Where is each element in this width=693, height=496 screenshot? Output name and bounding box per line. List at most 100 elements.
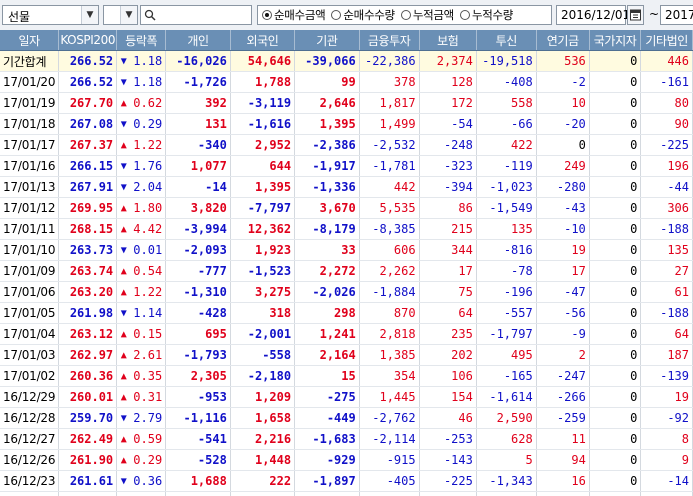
radio-cumulative-quantity[interactable]: 누적수량: [459, 7, 513, 23]
column-header-investment-trust[interactable]: 투신: [476, 30, 537, 51]
institution-cell: -1,897: [294, 470, 360, 492]
up-arrow-icon: ▲: [116, 386, 131, 408]
individual-cell: 2,305: [165, 365, 231, 387]
government-cell: 0: [589, 71, 642, 93]
table-row[interactable]: 17/01/19 267.70 ▲ 0.62 392 -3,119 2,646 1,817 17…: [0, 92, 693, 114]
foreigner-cell: -3,119: [230, 92, 296, 114]
search-icon[interactable]: [144, 9, 156, 21]
up-arrow-icon: ▲: [116, 260, 131, 282]
market-select[interactable]: 선물 ▼: [2, 5, 99, 25]
table-row[interactable]: 17/01/13 267.91 ▼ 2.04 -14 1,395 -1,336 442 -394…: [0, 176, 693, 198]
column-header-institution[interactable]: 기관: [294, 30, 360, 51]
table-row[interactable]: 17/01/02 260.36 ▲ 0.35 2,305 -2,180 15 354 106 -1…: [0, 365, 693, 387]
government-cell: 0: [589, 344, 642, 366]
government-cell: 0: [589, 113, 642, 135]
government-cell: 0: [589, 428, 642, 450]
table-row[interactable]: 16/12/22261.97▼0.13-1,5752,090-587-311-6…: [0, 491, 693, 496]
insurance-cell: 86: [419, 197, 477, 219]
table-row[interactable]: 17/01/20 266.52 ▼ 1.18 -1,726 1,788 99 378 128 -4…: [0, 71, 693, 93]
investment-trust-cell: -78: [476, 260, 537, 282]
column-header-government[interactable]: 국가지자: [589, 30, 642, 51]
kospi200-cell: 263.74: [58, 260, 118, 282]
secondary-select[interactable]: ▼: [103, 5, 138, 25]
foreigner-cell: -7,797: [230, 197, 296, 219]
government-cell: 0: [589, 365, 642, 387]
radio-net-buy-amount[interactable]: 순매수금액: [262, 7, 326, 23]
table-row[interactable]: 16/12/26 261.90 ▲ 0.29 -528 1,448 -929 -915 -143…: [0, 449, 693, 471]
radio-checked-icon[interactable]: [262, 10, 272, 20]
chevron-down-icon[interactable]: ▼: [120, 6, 137, 24]
table-row[interactable]: 16/12/28 259.70 ▼ 2.79 -1,116 1,658 -449 -2,762…: [0, 407, 693, 429]
table-row-total[interactable]: 기간합계 266.52 ▼ 1.18 -16,026 54,646 -39,066 -22,3…: [0, 50, 693, 72]
radio-unchecked-icon[interactable]: [331, 10, 342, 20]
table-row[interactable]: 17/01/06 263.20 ▲ 1.22 -1,310 3,275 -2,026 -1,8…: [0, 281, 693, 303]
table-row[interactable]: 17/01/17 267.37 ▲ 1.22 -340 2,952 -2,386 -2,532…: [0, 134, 693, 156]
table-row[interactable]: 16/12/29 260.01 ▲ 0.31 -953 1,209 -275 1,445 154…: [0, 386, 693, 408]
column-header-pension[interactable]: 연기금: [536, 30, 590, 51]
column-header-other-corp[interactable]: 기타법인: [640, 30, 693, 51]
change-cell: 1.18: [130, 50, 167, 72]
pension-cell: 19: [536, 239, 590, 261]
chevron-down-icon[interactable]: ▼: [81, 6, 98, 24]
financial-investment-cell: 870: [359, 302, 420, 324]
government-cell: 0: [589, 386, 642, 408]
individual-cell: -428: [165, 302, 231, 324]
table-row[interactable]: 16/12/27 262.49 ▲ 0.59 -541 2,216 -1,683 -2,114…: [0, 428, 693, 450]
calendar-button[interactable]: [627, 5, 644, 25]
investment-trust-cell: -557: [476, 302, 537, 324]
end-date-input[interactable]: 2017/: [660, 5, 693, 25]
value-type-radio-group: 순매수금액 순매수수량 누적금액 누적수량: [257, 5, 552, 25]
pension-cell: 17: [536, 260, 590, 282]
up-arrow-icon: ▲: [116, 134, 131, 156]
government-cell: 0: [589, 302, 642, 324]
up-arrow-icon: ▲: [116, 323, 131, 345]
financial-investment-cell: 378: [359, 71, 420, 93]
kospi200-cell: 262.49: [58, 428, 118, 450]
column-header-foreigner[interactable]: 외국인: [230, 30, 296, 51]
table-row[interactable]: 17/01/04 263.12 ▲ 0.15 695 -2,001 1,241 2,818 23…: [0, 323, 693, 345]
table-row[interactable]: 17/01/18 267.08 ▼ 0.29 131 -1,616 1,395 1,499 -5…: [0, 113, 693, 135]
column-header-individual[interactable]: 개인: [165, 30, 231, 51]
column-header-change[interactable]: 등락폭: [116, 30, 167, 51]
table-row[interactable]: 17/01/16 266.15 ▼ 1.76 1,077 644 -1,917 -1,781-…: [0, 155, 693, 177]
financial-investment-cell: -915: [359, 449, 420, 471]
start-date-input[interactable]: 2016/12/01: [556, 5, 630, 25]
change-cell: 4.42: [130, 218, 167, 240]
column-header-kospi200[interactable]: KOSPI200: [58, 30, 118, 51]
table-row[interactable]: 16/12/23 261.61 ▼ 0.36 1,688 222 -1,897 -405 -22…: [0, 470, 693, 492]
radio-net-buy-quantity[interactable]: 순매수수량: [331, 7, 395, 23]
table-row[interactable]: 17/01/09 263.74 ▲ 0.54 -777 -1,523 2,272 2,262 1…: [0, 260, 693, 282]
radio-unchecked-icon[interactable]: [400, 10, 411, 20]
table-row[interactable]: 17/01/05 261.98 ▼ 1.14 -428 318 298 870 64 -557 -5…: [0, 302, 693, 324]
column-header-financial-investment[interactable]: 금융투자: [359, 30, 420, 51]
table-row[interactable]: 17/01/11 268.15 ▲ 4.42 -3,994 12,362 -8,179 -8,…: [0, 218, 693, 240]
radio-cumulative-amount[interactable]: 누적금액: [400, 7, 454, 23]
kospi200-cell: 267.91: [58, 176, 118, 198]
individual-cell: -340: [165, 134, 231, 156]
institution-cell: -587: [294, 491, 360, 496]
change-cell: 0.35: [130, 365, 167, 387]
calendar-icon[interactable]: [628, 6, 643, 24]
table-row[interactable]: 17/01/10 263.73 ▼ 0.01 -2,093 1,923 33 606 344 -8…: [0, 239, 693, 261]
institution-cell: 33: [294, 239, 360, 261]
pension-cell: -2: [536, 71, 590, 93]
column-header-insurance[interactable]: 보험: [419, 30, 477, 51]
column-header-date[interactable]: 일자: [0, 30, 60, 51]
individual-cell: 1,077: [165, 155, 231, 177]
institution-cell: 298: [294, 302, 360, 324]
radio-unchecked-icon[interactable]: [459, 10, 470, 20]
change-cell: 0.29: [130, 449, 167, 471]
table-row[interactable]: 17/01/03 262.97 ▲ 2.61 -1,793 -558 2,164 1,385 2…: [0, 344, 693, 366]
institution-cell: -1,917: [294, 155, 360, 177]
search-input[interactable]: [140, 5, 252, 25]
individual-cell: -1,726: [165, 71, 231, 93]
date-cell: 16/12/29: [0, 386, 60, 408]
toolbar: 선물 ▼ ▼ 순매수금액 순매수수량 누적금액 누적수량 2016/12/01 …: [0, 0, 693, 31]
individual-cell: 1,688: [165, 470, 231, 492]
change-cell: 1.18: [130, 71, 167, 93]
insurance-cell: 11: [419, 491, 477, 496]
financial-investment-cell: 354: [359, 365, 420, 387]
table-row[interactable]: 17/01/12 269.95 ▲ 1.80 3,820 -7,797 3,670 5,535…: [0, 197, 693, 219]
insurance-cell: 2,374: [419, 50, 477, 72]
financial-investment-cell: 1,817: [359, 92, 420, 114]
